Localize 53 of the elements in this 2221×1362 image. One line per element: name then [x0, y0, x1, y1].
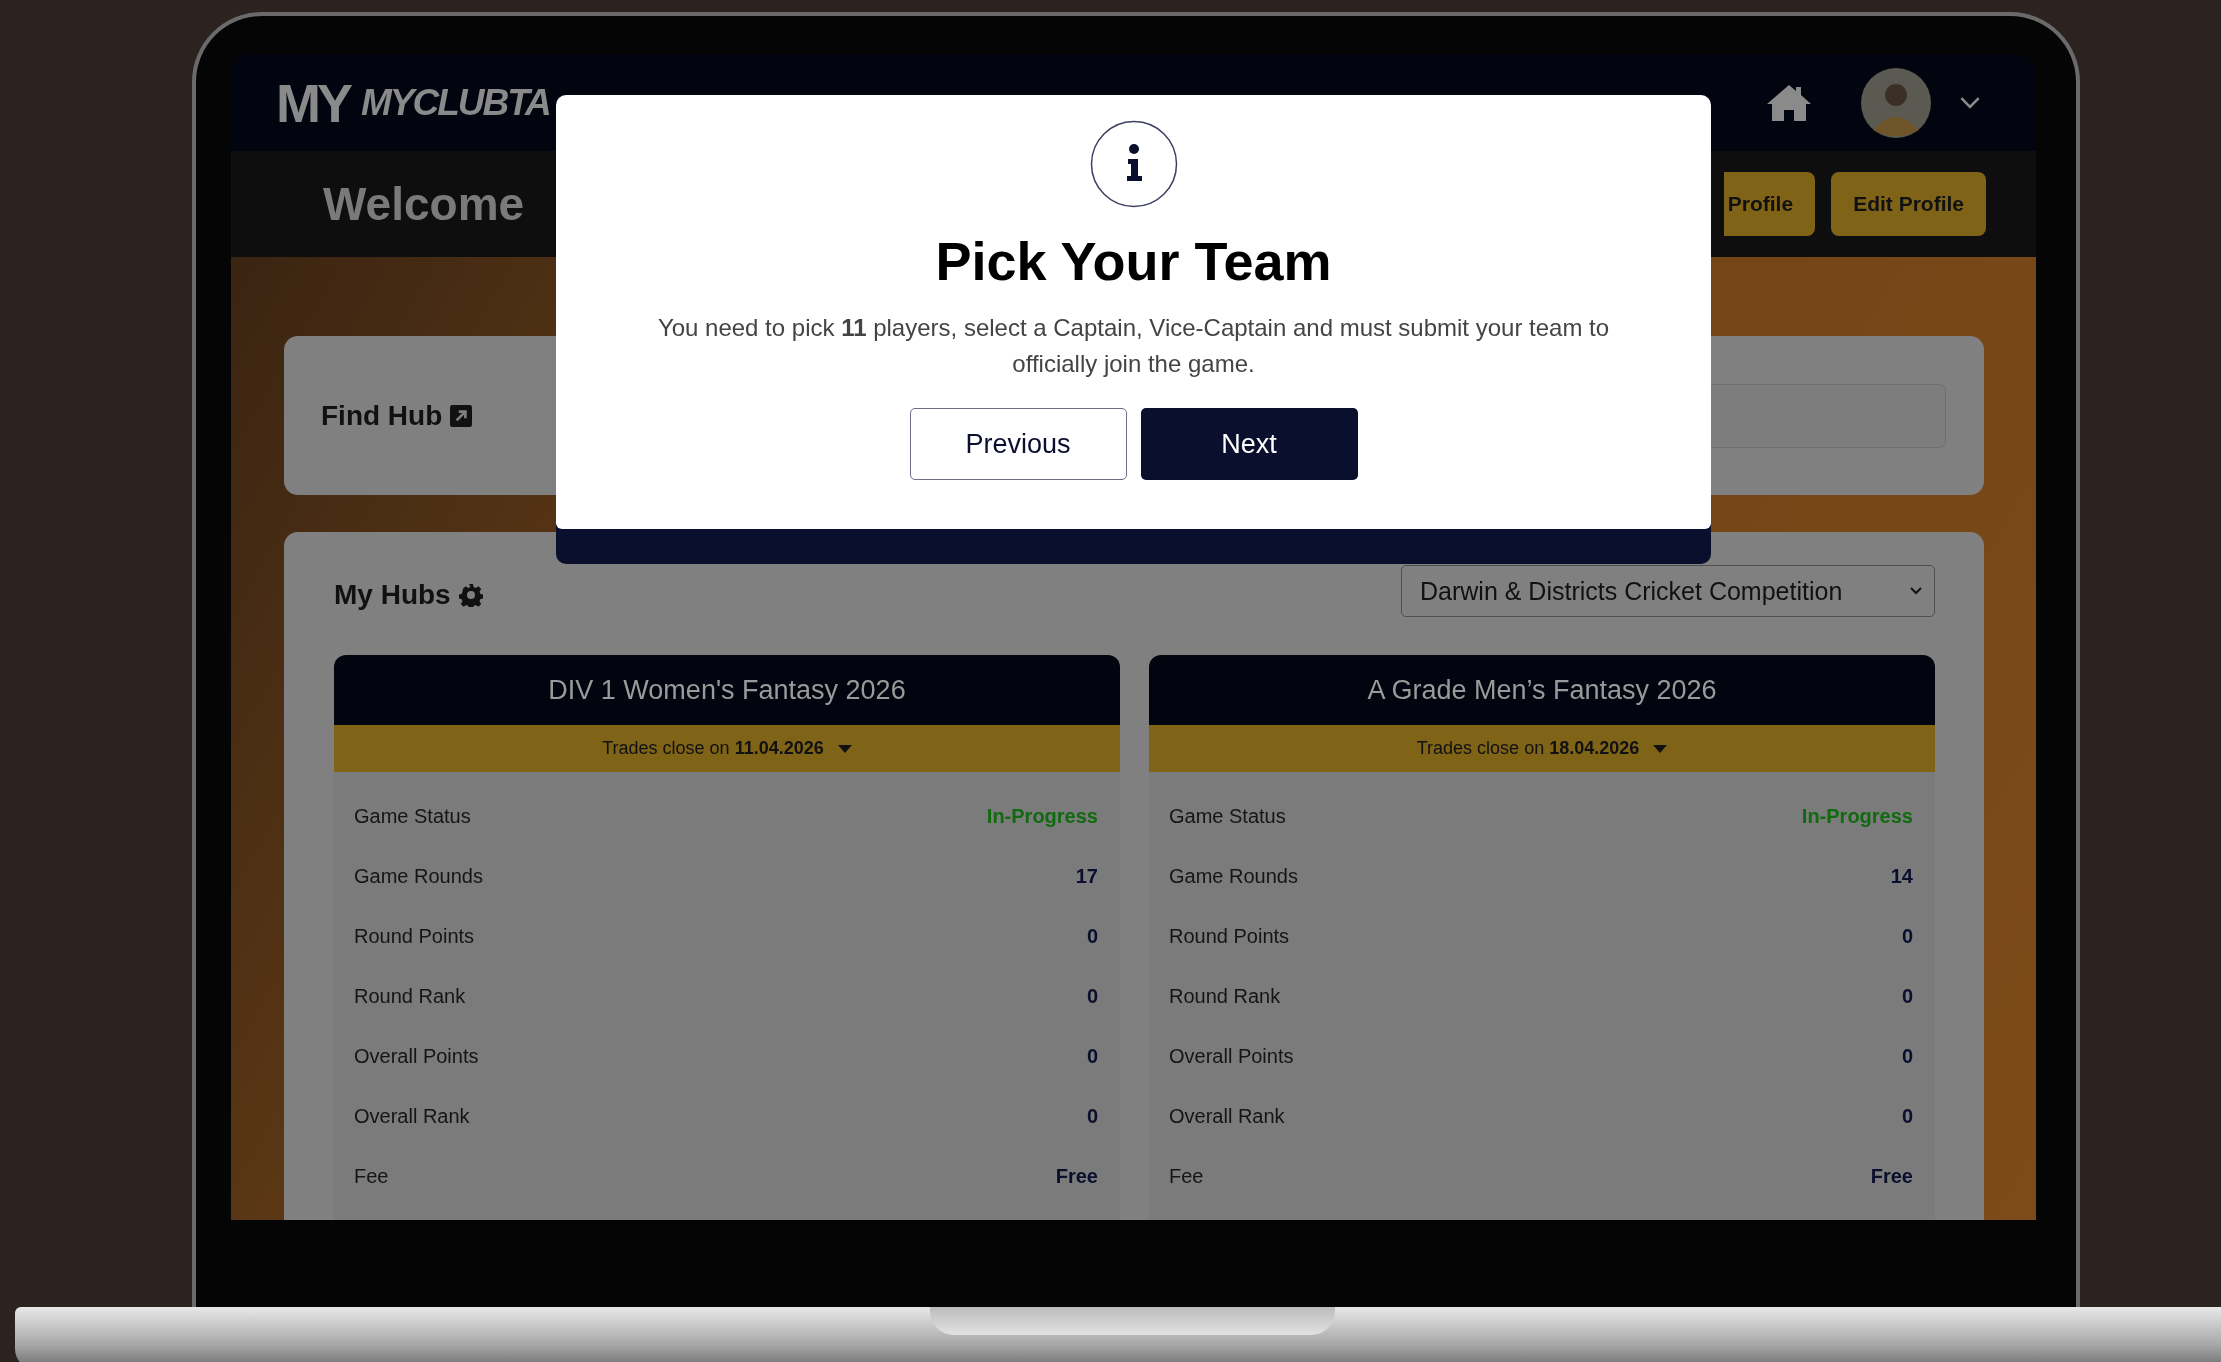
stat-label: Round Rank — [354, 984, 466, 1008]
stat-value: Free — [1870, 1164, 1913, 1188]
stat-label: Overall Rank — [1169, 1104, 1285, 1128]
stat-label: Overall Rank — [354, 1104, 470, 1128]
profile-button[interactable]: Profile — [1723, 172, 1816, 236]
stat-value: 0 — [1086, 1044, 1098, 1068]
stat-value: 0 — [1901, 984, 1913, 1008]
next-button[interactable]: Next — [1140, 408, 1358, 480]
stat-label: Game Status — [354, 804, 471, 828]
stat-label: Overall Points — [1169, 1044, 1294, 1068]
external-link-icon[interactable] — [450, 404, 473, 427]
dialog-title: Pick Your Team — [935, 230, 1332, 292]
stat-value: 0 — [1901, 924, 1913, 948]
stat-value: Free — [1055, 1164, 1098, 1188]
hub-card-header: DIV 1 Women's Fantasy 2026 — [334, 655, 1120, 725]
previous-button[interactable]: Previous — [909, 408, 1127, 480]
info-icon — [1089, 120, 1178, 208]
caret-icon — [1910, 587, 1922, 595]
chevron-down-icon[interactable] — [1959, 96, 1981, 109]
caret-icon[interactable] — [837, 744, 852, 753]
stat-value: 0 — [1086, 984, 1098, 1008]
stat-value: 17 — [1075, 864, 1098, 888]
profile-button[interactable]: Edit Profile — [1831, 172, 1986, 236]
stat-value: 0 — [1086, 1104, 1098, 1128]
stat-value: 14 — [1890, 864, 1913, 888]
stat-label: Fee — [1169, 1164, 1204, 1188]
my-hubs-heading: My Hubs — [334, 579, 451, 611]
caret-icon[interactable] — [1653, 744, 1668, 753]
hub-card-header: A Grade Men’s Fantasy 2026 — [1149, 655, 1935, 725]
stat-label: Game Rounds — [354, 864, 483, 888]
stat-label: Round Points — [1169, 924, 1290, 948]
home-icon[interactable] — [1765, 82, 1813, 123]
welcome-heading: Welcome — [323, 177, 525, 231]
stat-value: 0 — [1901, 1044, 1913, 1068]
stat-value: 0 — [1901, 1104, 1913, 1128]
trades-close-text: Trades close on 18.04.2026 — [1416, 738, 1640, 759]
avatar-icon[interactable] — [1861, 67, 1931, 138]
stat-label: Game Rounds — [1169, 864, 1298, 888]
settings-icon[interactable] — [458, 583, 483, 607]
dialog-message: You need to pick 11 players, select a Captain, Vice-Captain and must submit your team to officially join the game. — [656, 313, 1611, 379]
stat-value: In-Progress — [1801, 804, 1913, 828]
logo-mark: MY — [276, 71, 351, 135]
competition-dropdown[interactable]: Darwin & Districts Cricket Competition — [1401, 565, 1935, 617]
stat-label: Round Rank — [1169, 984, 1281, 1008]
stat-value: In-Progress — [986, 804, 1098, 828]
stat-label: Round Points — [354, 924, 475, 948]
logo-text: MYCLUBTA — [361, 80, 551, 125]
stat-label: Overall Points — [354, 1044, 479, 1068]
stat-label: Fee — [354, 1164, 389, 1188]
trades-close-text: Trades close on 11.04.2026 — [602, 738, 824, 759]
stat-value: 0 — [1086, 924, 1098, 948]
stat-label: Game Status — [1169, 804, 1286, 828]
find-hub-heading: Find Hub — [321, 399, 443, 432]
